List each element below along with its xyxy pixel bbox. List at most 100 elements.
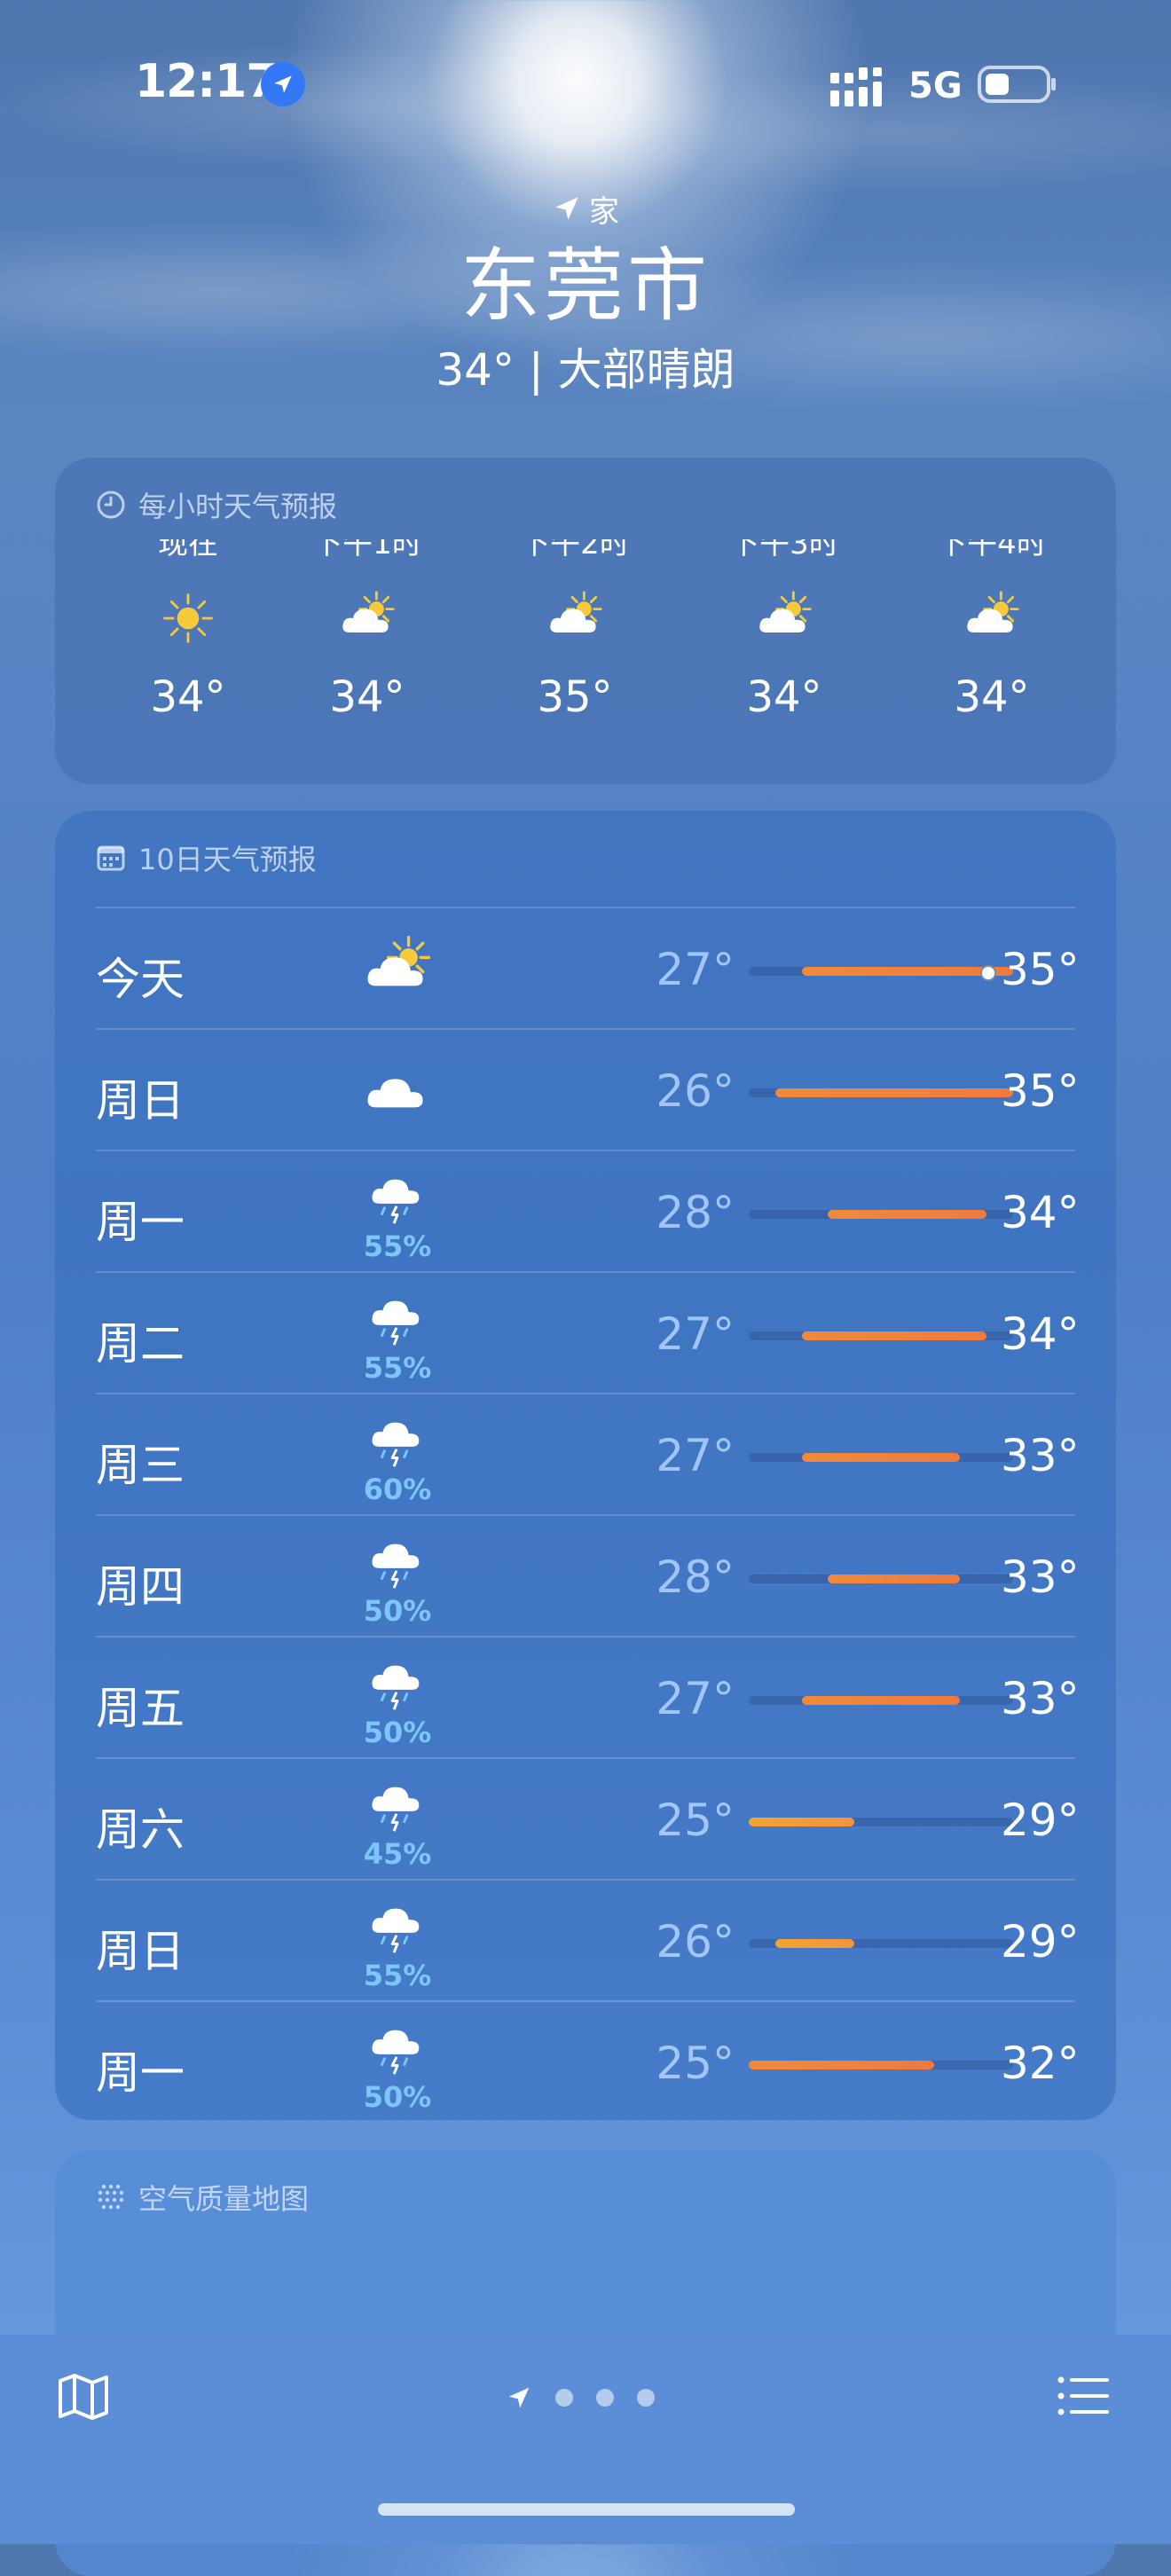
ten-day-forecast-title: 10日天气预报 <box>138 843 317 876</box>
day-label: 周二 <box>96 1318 185 1370</box>
hour-temp: 34° <box>150 672 226 722</box>
daily-row[interactable]: 周四 50% 28° 33° <box>96 1516 1080 1637</box>
hour-temp: 34° <box>954 672 1030 722</box>
low-temp: 27° <box>656 1430 735 1481</box>
daily-row[interactable]: 周二 55% 27° 34° <box>96 1273 1080 1394</box>
hour-label: 下午3时 <box>729 539 839 562</box>
page-dot[interactable] <box>555 2389 573 2407</box>
hourly-item: 下午4时 34° <box>912 539 1072 722</box>
bottom-toolbar <box>0 2335 1171 2544</box>
daily-weather: 45% <box>344 1777 451 1871</box>
hourly-item: 现在 34° <box>108 539 268 722</box>
temp-range-bar <box>749 1575 1013 1583</box>
high-temp: 29° <box>1001 1795 1080 1846</box>
hour-label: 下午4时 <box>937 539 1047 562</box>
thunderstorm-icon <box>344 1898 451 1962</box>
daily-row[interactable]: 周六 45% 25° 29° <box>96 1759 1080 1880</box>
map-icon[interactable] <box>57 2372 110 2422</box>
daily-row[interactable]: 周日 55% 26° 29° <box>96 1881 1080 2001</box>
daily-row[interactable]: 周一 55% 28° 34° <box>96 1151 1080 1272</box>
low-temp: 27° <box>656 944 735 995</box>
city-name: 东莞市 <box>460 240 711 333</box>
thunderstorm-icon <box>344 1777 451 1841</box>
thunderstorm-icon <box>344 1291 451 1355</box>
page-dot[interactable] <box>596 2389 614 2407</box>
daily-weather <box>344 1055 451 1129</box>
low-temp: 28° <box>656 1551 735 1603</box>
day-label: 周四 <box>96 1561 185 1613</box>
daily-row[interactable]: 周日 26° 35° <box>96 1030 1080 1151</box>
daily-weather: 55% <box>344 1898 451 1992</box>
partly-cloudy-icon <box>287 587 447 649</box>
daily-row[interactable]: 周一 50% 25° 32° <box>96 2002 1080 2123</box>
current-summary: 34° | 大部晴朗 <box>436 344 735 396</box>
hour-label: 下午1时 <box>312 539 422 562</box>
thunderstorm-icon <box>344 1655 451 1719</box>
day-label: 周一 <box>96 1197 185 1248</box>
daily-weather: 50% <box>344 1534 451 1628</box>
day-label: 周一 <box>96 2047 185 2099</box>
temp-range-bar <box>749 1210 1013 1219</box>
precip-chance: 55% <box>363 1959 432 1992</box>
temp-range-fill <box>774 1088 1013 1097</box>
weather-icon <box>1102 587 1116 649</box>
hourly-forecast-card[interactable]: 每小时天气预报 现在 34° 下午1时 34° 下午2时 35° 下午3时 34° 下午4时 34… <box>55 458 1116 784</box>
precip-chance: 50% <box>363 1716 432 1749</box>
high-temp: 35° <box>1001 944 1080 995</box>
temp-range-bar <box>749 1818 1013 1826</box>
daily-row[interactable]: 周五 50% 27° 33° <box>96 1637 1080 1758</box>
hourly-item: 下3 <box>1102 539 1116 722</box>
precip-chance: 50% <box>363 2080 432 2114</box>
signal-icon <box>830 67 882 106</box>
low-temp: 26° <box>656 1916 735 1967</box>
temp-range-bar <box>749 2061 1013 2069</box>
location-tag-label: 家 <box>589 193 619 230</box>
hour-label: 下午2时 <box>520 539 630 562</box>
day-label: 周日 <box>96 1075 185 1127</box>
temp-range-fill <box>801 1453 961 1462</box>
daily-weather: 55% <box>344 1291 451 1385</box>
status-time: 12:17 <box>135 55 279 108</box>
hour-label: 现在 <box>158 539 218 562</box>
low-temp: 25° <box>656 1795 735 1846</box>
hourly-scroll-strip[interactable]: 现在 34° 下午1时34° 下午2时 35° 下午3时34° 下午4时 34° 下3 <box>55 539 1116 770</box>
high-temp: 33° <box>1001 1430 1080 1481</box>
hourly-item: 下午1时 34° <box>287 539 447 722</box>
location-tag: 家 <box>0 186 1171 231</box>
day-label: 今天 <box>96 954 185 1005</box>
temp-range-fill <box>749 1818 855 1826</box>
high-temp: 32° <box>1001 2038 1080 2089</box>
precip-chance: 55% <box>363 1229 432 1263</box>
thunderstorm-icon <box>344 1412 451 1476</box>
low-temp: 25° <box>656 2038 735 2089</box>
temp-range-bar <box>749 1696 1013 1705</box>
sun-icon <box>108 587 268 649</box>
list-icon[interactable] <box>1057 2376 1109 2416</box>
air-quality-map-header: 空气质量地图 <box>96 2177 309 2218</box>
page-indicator[interactable] <box>506 2384 655 2411</box>
high-temp: 29° <box>1001 1916 1080 1967</box>
hourly-item: 下午3时 34° <box>704 539 864 722</box>
temp-range-bar <box>749 965 1013 981</box>
hour-temp: 3 <box>1102 672 1116 722</box>
daily-row[interactable]: 周三 60% 27° 33° <box>96 1394 1080 1515</box>
day-label: 周六 <box>96 1804 185 1856</box>
battery-icon <box>978 66 1056 103</box>
partly-cloudy-icon <box>912 587 1072 649</box>
daily-row[interactable]: 今天 27° 35° <box>96 908 1080 1029</box>
current-temp-marker <box>980 965 997 981</box>
ten-day-forecast-card[interactable]: 10日天气预报 今天 27° 35° 周日 26° 35° 周一 55% 28° 34° 周二 55%… <box>55 811 1116 2120</box>
home-indicator[interactable] <box>378 2503 795 2516</box>
partly-cloudy-icon <box>344 933 451 1008</box>
precip-chance: 55% <box>363 1351 432 1385</box>
day-label: 周日 <box>96 1926 185 1977</box>
high-temp: 33° <box>1001 1673 1080 1724</box>
current-location-page-icon[interactable] <box>506 2384 532 2411</box>
temp-range-bar <box>749 1088 1013 1097</box>
thunderstorm-icon <box>344 1534 451 1598</box>
daily-weather: 60% <box>344 1412 451 1506</box>
page-dot[interactable] <box>637 2389 655 2407</box>
temp-range-bar <box>749 1331 1013 1340</box>
hourly-forecast-header: 每小时天气预报 <box>96 484 337 525</box>
hour-temp: 35° <box>537 672 613 722</box>
